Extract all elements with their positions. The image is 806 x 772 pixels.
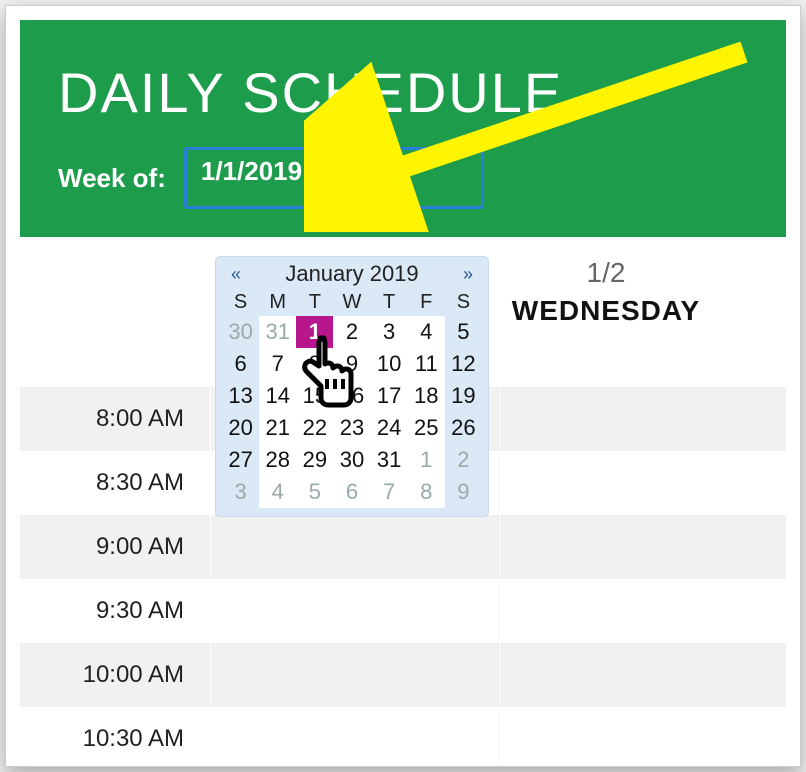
week-of-row: Week of: 1/1/2019 <box>58 147 748 209</box>
date-picker-day[interactable]: 4 <box>408 316 445 348</box>
date-picker-day[interactable]: 3 <box>222 476 259 508</box>
date-picker-dow: S <box>445 291 482 316</box>
schedule-cell[interactable] <box>499 707 787 767</box>
date-picker-day[interactable]: 8 <box>408 476 445 508</box>
day-header-name: WEDNESDAY <box>486 295 726 327</box>
date-picker-day[interactable]: 9 <box>333 348 370 380</box>
date-picker-day[interactable]: 4 <box>259 476 296 508</box>
date-picker-day[interactable]: 21 <box>259 412 296 444</box>
date-picker-day[interactable]: 30 <box>222 316 259 348</box>
time-row: 9:00 AM <box>20 515 786 579</box>
date-picker-day[interactable]: 24 <box>371 412 408 444</box>
week-of-label: Week of: <box>58 163 166 194</box>
date-picker-day[interactable]: 23 <box>333 412 370 444</box>
date-picker-header: « January 2019 » <box>222 257 482 291</box>
time-label: 8:00 AM <box>20 405 210 433</box>
schedule-cell[interactable] <box>210 515 499 579</box>
date-picker-prev-icon[interactable]: « <box>226 264 246 285</box>
page-title: DAILY SCHEDULE <box>58 60 748 125</box>
schedule-cell[interactable] <box>210 707 499 767</box>
text-caret <box>304 156 306 184</box>
date-picker-day[interactable]: 1 <box>296 316 333 348</box>
date-picker-day[interactable]: 5 <box>445 316 482 348</box>
date-picker-day[interactable]: 7 <box>259 348 296 380</box>
date-picker-day[interactable]: 26 <box>445 412 482 444</box>
date-picker-day[interactable]: 22 <box>296 412 333 444</box>
date-picker-day[interactable]: 18 <box>408 380 445 412</box>
date-picker-day[interactable]: 9 <box>445 476 482 508</box>
date-picker-day[interactable]: 14 <box>259 380 296 412</box>
date-picker-day[interactable]: 31 <box>259 316 296 348</box>
schedule-cell[interactable] <box>210 579 499 643</box>
date-picker-dow: M <box>259 291 296 316</box>
day-header-date: 1/2 <box>486 257 726 289</box>
date-picker-day[interactable]: 27 <box>222 444 259 476</box>
date-picker-day[interactable]: 11 <box>408 348 445 380</box>
week-of-value: 1/1/2019 <box>201 156 302 187</box>
date-picker-day[interactable]: 8 <box>296 348 333 380</box>
schedule-cell[interactable] <box>499 451 787 515</box>
date-picker-day[interactable]: 30 <box>333 444 370 476</box>
schedule-cell[interactable] <box>499 643 787 707</box>
date-picker-day[interactable]: 3 <box>371 316 408 348</box>
time-label: 9:30 AM <box>20 597 210 625</box>
date-picker-day[interactable]: 1 <box>408 444 445 476</box>
schedule-cell[interactable] <box>210 643 499 707</box>
schedule-cell[interactable] <box>499 579 787 643</box>
date-picker-day[interactable]: 25 <box>408 412 445 444</box>
time-label: 8:30 AM <box>20 469 210 497</box>
date-picker-day[interactable]: 6 <box>333 476 370 508</box>
date-picker-day[interactable]: 10 <box>371 348 408 380</box>
date-picker-day[interactable]: 13 <box>222 380 259 412</box>
date-picker-dow: F <box>408 291 445 316</box>
date-picker-day[interactable]: 5 <box>296 476 333 508</box>
time-row: 10:30 AM <box>20 707 786 767</box>
date-picker-day[interactable]: 31 <box>371 444 408 476</box>
day-header-tile: 1/2 WEDNESDAY <box>486 257 726 367</box>
date-picker-day[interactable]: 19 <box>445 380 482 412</box>
schedule-header: DAILY SCHEDULE Week of: 1/1/2019 <box>20 20 786 237</box>
date-picker-day[interactable]: 20 <box>222 412 259 444</box>
time-row: 10:00 AM <box>20 643 786 707</box>
week-of-input[interactable]: 1/1/2019 <box>184 147 484 209</box>
time-label: 10:00 AM <box>20 661 210 689</box>
schedule-cell[interactable] <box>499 387 787 451</box>
date-picker-dow: W <box>333 291 370 316</box>
date-picker-day[interactable]: 2 <box>445 444 482 476</box>
date-picker-day[interactable]: 29 <box>296 444 333 476</box>
date-picker-month-label[interactable]: January 2019 <box>285 261 418 287</box>
time-row: 9:30 AM <box>20 579 786 643</box>
date-picker-day[interactable]: 28 <box>259 444 296 476</box>
date-picker-day[interactable]: 2 <box>333 316 370 348</box>
date-picker-dow: S <box>222 291 259 316</box>
time-label: 10:30 AM <box>20 725 210 753</box>
time-label: 9:00 AM <box>20 533 210 561</box>
date-picker-day[interactable]: 16 <box>333 380 370 412</box>
date-picker-day[interactable]: 6 <box>222 348 259 380</box>
date-picker-day[interactable]: 17 <box>371 380 408 412</box>
date-picker-dow: T <box>371 291 408 316</box>
app-window: DAILY SCHEDULE Week of: 1/1/2019 1/2 WED… <box>5 5 801 767</box>
date-picker-dow: T <box>296 291 333 316</box>
date-picker[interactable]: « January 2019 » SMTWTFS 303112345678910… <box>216 257 488 516</box>
date-picker-day[interactable]: 15 <box>296 380 333 412</box>
schedule-cell[interactable] <box>499 515 787 579</box>
date-picker-day[interactable]: 7 <box>371 476 408 508</box>
date-picker-next-icon[interactable]: » <box>458 264 478 285</box>
date-picker-day[interactable]: 12 <box>445 348 482 380</box>
